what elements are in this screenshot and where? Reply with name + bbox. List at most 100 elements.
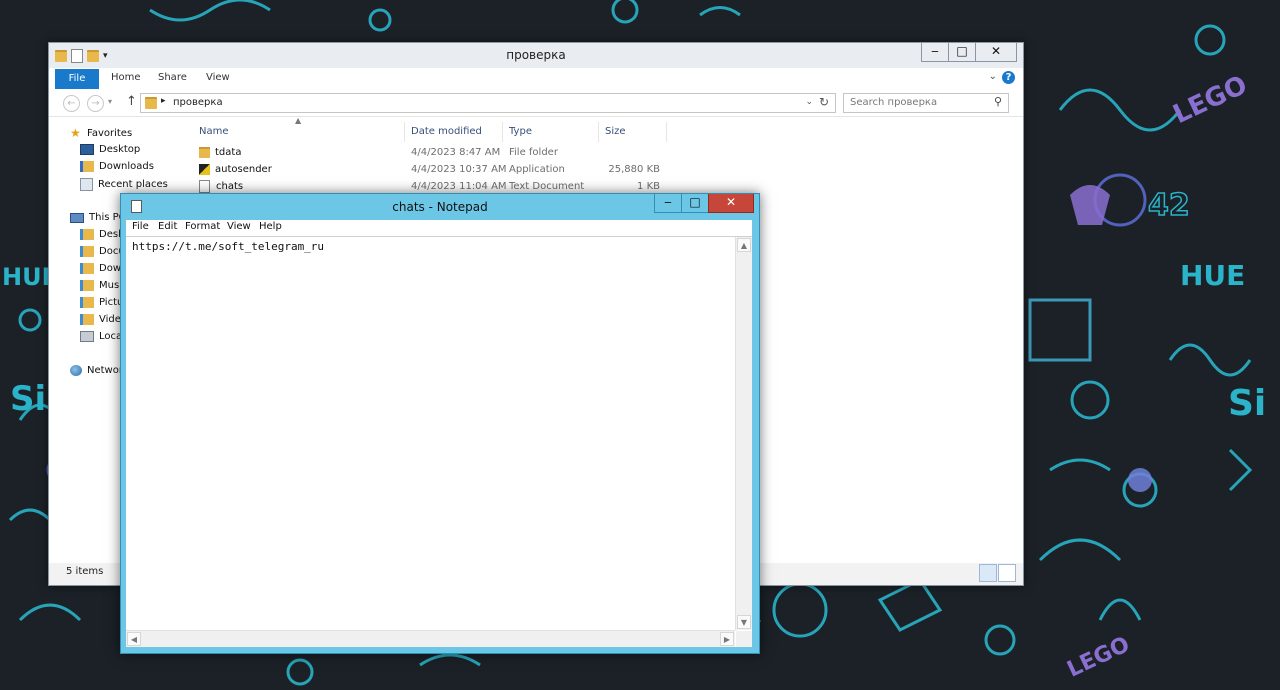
- videos-folder-icon: [80, 314, 94, 325]
- horizontal-scrollbar[interactable]: ◀ ▶: [126, 630, 735, 647]
- notepad-title-bar[interactable]: chats - Notepad ‒ □ ✕: [121, 194, 759, 220]
- nav-item-desktop[interactable]: Desktop: [80, 144, 140, 155]
- close-button[interactable]: ✕: [975, 43, 1017, 62]
- tab-file[interactable]: File: [55, 69, 99, 89]
- column-header-size[interactable]: Size: [599, 122, 667, 142]
- close-button[interactable]: ✕: [708, 194, 754, 213]
- downloads-icon: [80, 161, 94, 172]
- recent-locations-icon[interactable]: ▾: [108, 97, 112, 106]
- address-dropdown-icon[interactable]: ⌄: [805, 97, 813, 107]
- up-arrow-icon[interactable]: ↑: [126, 94, 137, 109]
- file-date: 4/4/2023 10:37 AM: [411, 164, 507, 175]
- maximize-button[interactable]: □: [948, 43, 976, 62]
- search-icon[interactable]: ⚲: [994, 95, 1002, 108]
- scroll-up-icon[interactable]: ▲: [737, 238, 751, 252]
- network-icon: [70, 365, 82, 376]
- scroll-right-icon[interactable]: ▶: [720, 632, 734, 646]
- nav-favorites[interactable]: ★ Favorites: [70, 126, 132, 140]
- nav-item-label: Downloads: [99, 161, 154, 172]
- documents-folder-icon: [80, 246, 94, 257]
- notepad-text-area[interactable]: https://t.me/soft_telegram_ru ▲ ▼ ◀ ▶: [126, 236, 752, 647]
- scroll-down-icon[interactable]: ▼: [737, 615, 751, 629]
- notepad-caption-buttons: ‒ □ ✕: [654, 194, 754, 213]
- nav-favorites-label: Favorites: [87, 127, 133, 139]
- folder-icon: [199, 146, 210, 158]
- nav-item-documents[interactable]: Docu: [80, 246, 125, 257]
- notepad-content[interactable]: https://t.me/soft_telegram_ru: [132, 240, 324, 253]
- text-document-icon: [199, 179, 210, 193]
- forward-icon[interactable]: →: [87, 95, 104, 112]
- file-date: 4/4/2023 8:47 AM: [411, 147, 501, 158]
- search-box[interactable]: Search проверка ⚲: [843, 93, 1009, 113]
- expand-ribbon-icon[interactable]: ⌄: [989, 71, 997, 82]
- column-header-name[interactable]: Name: [193, 122, 405, 142]
- file-name: autosender: [215, 164, 272, 175]
- tab-home[interactable]: Home: [111, 72, 141, 83]
- star-icon: ★: [70, 126, 81, 140]
- minimize-button[interactable]: ‒: [654, 194, 682, 213]
- notepad-window: chats - Notepad ‒ □ ✕ File Edit Format V…: [120, 193, 760, 654]
- recent-places-icon: [80, 178, 93, 191]
- desktop-folder-icon: [80, 229, 94, 240]
- explorer-title: проверка: [506, 48, 566, 62]
- refresh-icon[interactable]: ↻: [819, 95, 829, 109]
- file-type: Application: [509, 164, 565, 175]
- explorer-caption-buttons: ‒ □ ✕: [921, 43, 1017, 62]
- menu-help[interactable]: Help: [259, 221, 282, 232]
- file-row[interactable]: tdata 4/4/2023 8:47 AM File folder: [199, 144, 669, 161]
- scrollbar-corner: [736, 631, 752, 647]
- desktop-icon: [80, 144, 94, 155]
- scroll-left-icon[interactable]: ◀: [127, 632, 141, 646]
- item-count: 5 items: [66, 566, 104, 577]
- music-folder-icon: [80, 280, 94, 291]
- explorer-title-bar[interactable]: ▾ проверка ‒ □ ✕: [49, 43, 1023, 68]
- tab-share[interactable]: Share: [158, 72, 187, 83]
- nav-item-downloads[interactable]: Downloads: [80, 161, 154, 172]
- file-row[interactable]: autosender 4/4/2023 10:37 AM Application…: [199, 161, 669, 178]
- menu-edit[interactable]: Edit: [158, 221, 177, 232]
- nav-network[interactable]: Networ: [70, 365, 123, 376]
- application-icon: [199, 163, 210, 175]
- file-type: File folder: [509, 147, 558, 158]
- help-icon[interactable]: ?: [1002, 71, 1015, 84]
- breadcrumb-current[interactable]: проверка: [173, 97, 223, 108]
- drive-icon: [80, 331, 94, 342]
- details-view-icon[interactable]: [979, 564, 997, 582]
- wallpaper-text: Si: [1228, 383, 1266, 424]
- tab-view[interactable]: View: [206, 72, 230, 83]
- nav-item-local-disk[interactable]: Local: [80, 331, 125, 342]
- nav-item-label: Recent places: [98, 179, 168, 190]
- computer-icon: [70, 212, 84, 223]
- column-header-type[interactable]: Type: [503, 122, 599, 142]
- nav-this-pc[interactable]: This PC: [70, 212, 126, 223]
- column-header-date-modified[interactable]: Date modified: [405, 122, 503, 142]
- vertical-scrollbar[interactable]: ▲ ▼: [735, 237, 752, 630]
- address-toolbar: ← → ▾ ↑ ▸ проверка ⌄ ↻ Search проверка ⚲: [49, 90, 1023, 116]
- menu-file[interactable]: File: [132, 221, 149, 232]
- search-placeholder: Search проверка: [850, 97, 938, 108]
- wallpaper-text: Si: [10, 379, 46, 419]
- notepad-menu-bar: File Edit Format View Help: [126, 220, 752, 236]
- file-name-cell: tdata: [199, 144, 241, 161]
- breadcrumb-arrow-icon[interactable]: ▸: [161, 96, 166, 106]
- maximize-button[interactable]: □: [681, 194, 709, 213]
- address-bar[interactable]: ▸ проверка ⌄ ↻: [140, 93, 836, 113]
- minimize-button[interactable]: ‒: [921, 43, 949, 62]
- nav-network-label: Networ: [87, 365, 123, 376]
- back-icon[interactable]: ←: [63, 95, 80, 112]
- ribbon-tabs: File Home Share View ⌄ ?: [49, 68, 1023, 91]
- file-name: chats: [216, 181, 244, 192]
- downloads-folder-icon: [80, 263, 94, 274]
- nav-item-label: Desktop: [99, 144, 141, 155]
- wallpaper-text: 42: [1148, 188, 1190, 223]
- large-icons-view-icon[interactable]: [998, 564, 1016, 582]
- menu-format[interactable]: Format: [185, 221, 220, 232]
- folder-icon: [145, 97, 157, 109]
- wallpaper-text: HUE: [1180, 259, 1245, 292]
- nav-item-recent-places[interactable]: Recent places: [80, 178, 168, 191]
- pictures-folder-icon: [80, 297, 94, 308]
- file-name: tdata: [215, 147, 242, 158]
- file-name-cell: autosender: [199, 161, 272, 178]
- file-size: 25,880 KB: [608, 164, 660, 175]
- menu-view[interactable]: View: [227, 221, 251, 232]
